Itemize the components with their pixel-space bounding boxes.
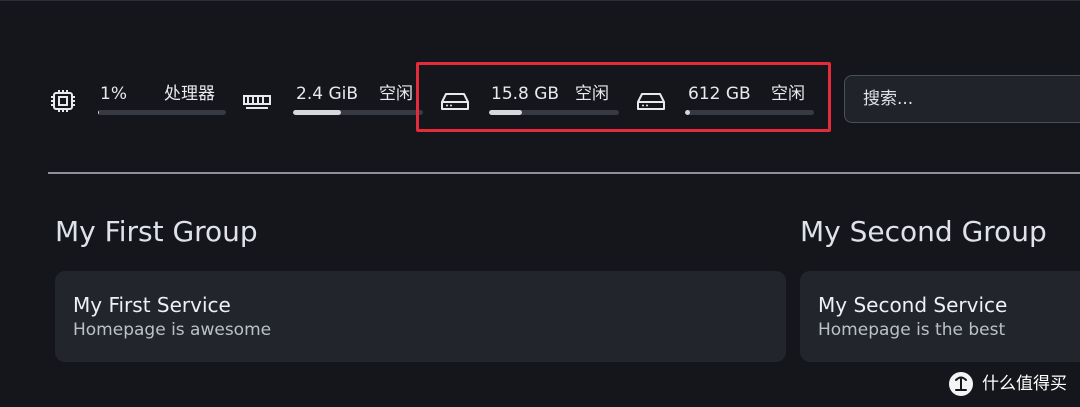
site-watermark: 什么值得买 (948, 369, 1067, 399)
group-title-first: My First Group (55, 215, 258, 248)
memory-free-value: 2.4 GiB (296, 84, 358, 104)
cpu-usage-bar (98, 110, 226, 115)
disk-widgets-highlight (416, 62, 831, 132)
cpu-widget: 1% 处理器 (46, 83, 226, 119)
memory-usage-bar (293, 110, 423, 115)
cpu-usage-bar-fill (98, 110, 100, 115)
service-description-first: Homepage is awesome (73, 320, 272, 340)
service-card-second[interactable]: My Second Service Homepage is the best (800, 271, 1080, 362)
group-title-second: My Second Group (800, 215, 1047, 248)
memory-usage-bar-fill (293, 110, 342, 115)
top-border (0, 0, 1080, 1)
memory-icon (240, 89, 274, 113)
service-description-second: Homepage is the best (818, 320, 1006, 340)
watermark-text: 什么值得买 (982, 374, 1067, 394)
cpu-usage-value: 1% (100, 84, 127, 104)
cpu-label: 处理器 (164, 84, 215, 104)
service-title-second: My Second Service (818, 293, 1008, 317)
watermark-logo-icon (948, 371, 974, 397)
service-title-first: My First Service (73, 293, 231, 317)
memory-label: 空闲 (379, 84, 413, 104)
search-input[interactable] (844, 75, 1080, 123)
cpu-icon (46, 89, 80, 113)
header-divider (48, 172, 1080, 174)
memory-widget: 2.4 GiB 空闲 (240, 83, 423, 119)
service-card-first[interactable]: My First Service Homepage is awesome (55, 271, 786, 362)
